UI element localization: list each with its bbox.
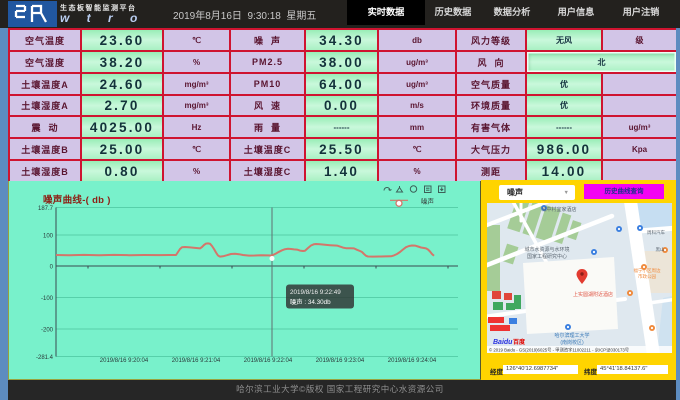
svg-text:(南岗校区): (南岗校区): [560, 339, 584, 346]
svg-text:100: 100: [43, 234, 54, 240]
svg-text:2019/8/16 9:20:04: 2019/8/16 9:20:04: [100, 358, 149, 364]
svg-text:187.7: 187.7: [38, 206, 54, 212]
svg-text:2019/8/16 9:21:04: 2019/8/16 9:21:04: [172, 358, 221, 364]
svg-text:福宁小区周边: 福宁小区周边: [634, 267, 661, 274]
svg-text:周科汽车: 周科汽车: [647, 229, 665, 236]
svg-text:国家工程研究中心: 国家工程研究中心: [527, 253, 567, 260]
svg-text:2019/8/16 9:24:04: 2019/8/16 9:24:04: [388, 358, 437, 364]
svg-text:噪声曲线-( db ): 噪声曲线-( db ): [43, 194, 111, 206]
svg-text:0: 0: [50, 265, 54, 271]
svg-text:-200: -200: [41, 328, 54, 334]
svg-text:-281.4: -281.4: [36, 355, 54, 361]
svg-text:-100: -100: [41, 296, 54, 302]
svg-text:Baidu: Baidu: [493, 339, 513, 346]
svg-text:黑山: 黑山: [656, 246, 665, 253]
svg-text:城市水资源与水环境: 城市水资源与水环境: [524, 246, 569, 253]
svg-text:上实圆湖附近酒店: 上实圆湖附近酒店: [573, 291, 613, 298]
svg-text:噪声 : 34.30db: 噪声 : 34.30db: [290, 297, 331, 306]
svg-text:2019/8/16 9:23:04: 2019/8/16 9:23:04: [316, 358, 365, 364]
svg-text:市政公园: 市政公园: [638, 273, 656, 280]
svg-text:哈尔滨理工大学: 哈尔滨理工大学: [554, 332, 589, 339]
svg-text:2019/8/16 9:22:04: 2019/8/16 9:22:04: [244, 358, 293, 364]
svg-text:城中村宜家酒店: 城中村宜家酒店: [541, 206, 576, 213]
svg-text:百度: 百度: [513, 338, 526, 346]
svg-text:噪声: 噪声: [421, 196, 435, 205]
svg-text:© 2019 Baidu - GS(2019)6025号 -: © 2019 Baidu - GS(2019)6025号 - 甲测资字11002…: [489, 347, 629, 354]
svg-text:2019/8/16 9:22:49: 2019/8/16 9:22:49: [290, 289, 341, 296]
